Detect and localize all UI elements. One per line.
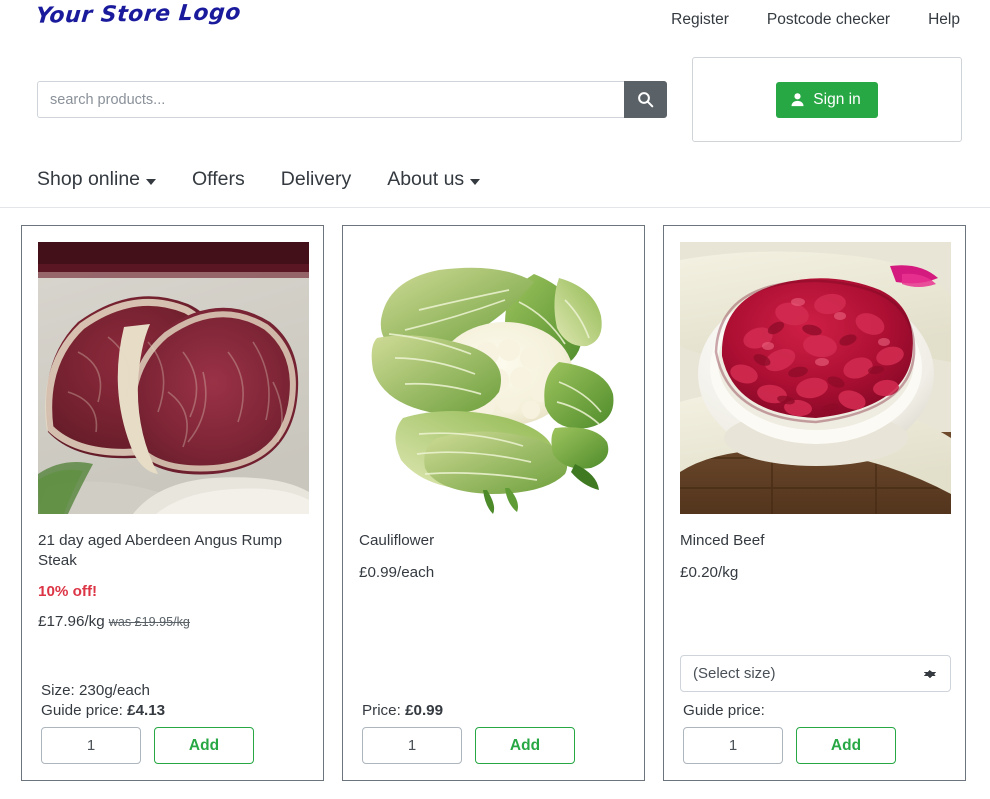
unit-price-value: £0.20/kg <box>680 564 739 582</box>
product-controls: Add <box>359 727 628 764</box>
nav-item-offers[interactable]: Offers <box>192 168 245 191</box>
link-postcode-checker[interactable]: Postcode checker <box>767 11 890 29</box>
search-button[interactable] <box>624 81 667 118</box>
chevron-down-icon <box>146 178 157 185</box>
product-controls: Add <box>38 727 307 764</box>
product-unit-price: £0.99/each <box>359 564 628 581</box>
nav-item-delivery[interactable]: Delivery <box>281 168 351 191</box>
price-value: £0.99 <box>405 702 444 719</box>
guide-price-label: Guide price: <box>683 702 765 719</box>
product-guide-price: Guide price: <box>680 702 949 719</box>
product-guide-price: Guide price: £4.13 <box>38 702 307 719</box>
nav-item-shop-online[interactable]: Shop online <box>37 168 157 191</box>
product-card[interactable]: 21 day aged Aberdeen Angus Rump Steak 10… <box>21 225 324 781</box>
nav-label-shop-online: Shop online <box>37 168 141 190</box>
add-to-basket-button[interactable]: Add <box>796 727 896 764</box>
user-icon <box>790 92 805 107</box>
header-divider <box>0 207 990 208</box>
product-image <box>680 242 951 514</box>
nav-label-about-us: About us <box>387 168 465 190</box>
product-card[interactable]: Minced Beef £0.20/kg (Select size) Guide… <box>663 225 966 781</box>
product-price: Price: £0.99 <box>359 702 628 719</box>
search-input[interactable] <box>37 81 624 118</box>
link-help[interactable]: Help <box>928 11 960 29</box>
cauliflower-photo <box>359 242 630 514</box>
nav-label-offers: Offers <box>192 168 245 190</box>
product-name: 21 day aged Aberdeen Angus Rump Steak <box>38 532 283 570</box>
quantity-input[interactable] <box>683 727 783 764</box>
product-card[interactable]: Cauliflower £0.99/each Price: £0.99 Add <box>342 225 645 781</box>
quantity-input[interactable] <box>41 727 141 764</box>
chevron-down-icon <box>470 178 481 185</box>
site-header: Your Store Logo Register Postcode checke… <box>0 0 990 208</box>
search-icon <box>637 91 654 108</box>
product-image <box>38 242 309 514</box>
product-unit-price: £17.96/kg was £19.95/kg <box>38 613 307 630</box>
size-select[interactable]: (Select size) <box>680 655 951 692</box>
signin-button[interactable]: Sign in <box>776 81 878 118</box>
price-label: Price: <box>362 702 401 719</box>
minced-beef-bowl-photo <box>680 242 951 514</box>
product-promo-badge: 10% off! <box>38 583 98 601</box>
add-to-basket-button[interactable]: Add <box>154 727 254 764</box>
guide-price-label: Guide price: <box>41 702 123 719</box>
raw-rump-steak-photo <box>38 242 309 514</box>
utility-links: Register Postcode checker Help <box>671 11 960 29</box>
signin-label: Sign in <box>813 90 861 108</box>
product-unit-price: £0.20/kg <box>680 564 949 581</box>
product-image <box>359 242 630 514</box>
product-name: Minced Beef <box>680 532 765 549</box>
product-grid: 21 day aged Aberdeen Angus Rump Steak 10… <box>0 225 990 781</box>
nav-label-delivery: Delivery <box>280 168 352 190</box>
product-name: Cauliflower <box>359 532 435 549</box>
guide-price-value: £4.13 <box>127 702 166 719</box>
search-bar <box>37 81 667 118</box>
product-controls: Add <box>680 727 949 764</box>
add-to-basket-button[interactable]: Add <box>475 727 575 764</box>
main-navigation: Shop online Offers Delivery About us <box>37 168 481 191</box>
product-size: Size: 230g/each <box>41 682 150 699</box>
link-register[interactable]: Register <box>671 11 729 29</box>
unit-price-value: £17.96/kg <box>38 613 105 631</box>
quantity-input[interactable] <box>362 727 462 764</box>
signin-panel: Sign in <box>692 57 962 142</box>
store-logo[interactable]: Your Store Logo <box>35 0 242 29</box>
unit-price-value: £0.99/each <box>359 564 435 582</box>
was-price-value: was £19.95/kg <box>108 615 190 630</box>
nav-item-about-us[interactable]: About us <box>387 168 481 191</box>
